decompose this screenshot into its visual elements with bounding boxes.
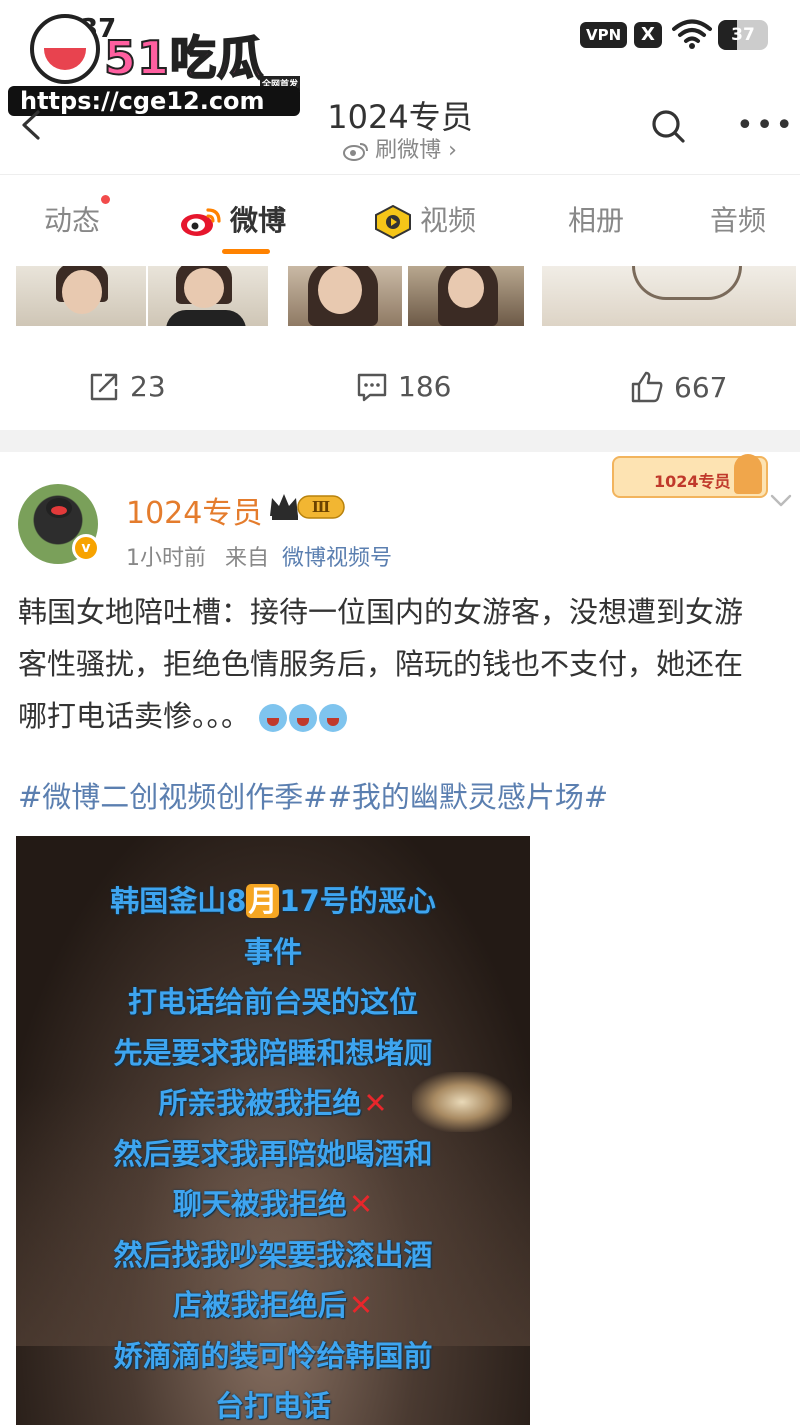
cross-mark-icon: ✕ <box>348 1288 374 1322</box>
like-button[interactable]: 667 <box>630 370 727 404</box>
tab-weibo[interactable]: 微博 <box>180 199 286 239</box>
caption-line: 店被我拒绝后✕ <box>172 1288 374 1322</box>
verified-badge-icon: v <box>72 534 100 562</box>
caption-line: 打电话给前台哭的这位 <box>127 985 418 1019</box>
browse-weibo-label: 刷微博 › <box>375 138 457 163</box>
caption-line: 先是要求我陪睡和想堵厕 <box>113 1035 433 1070</box>
weibo-profile-page: 37 VPN X 37 51吃瓜 全网首发 https://cge12.com … <box>0 0 800 1425</box>
tab-label: 视频 <box>420 204 477 237</box>
member-level: Ⅲ <box>312 498 330 516</box>
caption-line: 然后找我吵架要我滚出酒 <box>113 1237 433 1272</box>
like-count: 667 <box>674 370 728 404</box>
repost-count: 23 <box>130 370 166 403</box>
post-text-line: 韩国女地陪吐槽：接待一位国内的女游客，没想遭到女游 <box>18 595 744 629</box>
video-play-icon <box>375 205 411 239</box>
profile-tabs: 动态 微博 视频 相册 音频 <box>0 174 800 258</box>
post-meta: 1小时前 来自 微博视频号 <box>126 540 392 572</box>
weibo-logo-icon <box>343 143 369 161</box>
post-text: 韩国女地陪吐槽：接待一位国内的女游客，没想遭到女游 客性骚扰，拒绝色情服务后，陪… <box>18 586 796 742</box>
tab-label: 相册 <box>568 204 625 237</box>
comment-count: 186 <box>398 370 452 403</box>
post-image[interactable] <box>408 266 524 326</box>
comment-button[interactable]: 186 <box>356 370 451 403</box>
post-text-line-content: 哪打电话卖惨。。。 <box>18 699 251 733</box>
previous-post-action-bar: 23 186 667 <box>0 352 800 430</box>
chevron-down-icon[interactable] <box>770 494 792 508</box>
notification-dot <box>101 195 111 204</box>
caption-line: 娇滴滴的装可怜给韩国前 <box>113 1338 433 1373</box>
tab-audio[interactable]: 音频 <box>710 199 766 239</box>
tab-label: 微博 <box>230 204 287 237</box>
active-tab-indicator <box>222 249 270 254</box>
crying-emoji-icon <box>289 704 318 732</box>
wifi-icon <box>672 19 712 49</box>
tab-label: 动态 <box>44 204 101 237</box>
caption-line: 然后要求我再陪她喝酒和 <box>113 1136 433 1171</box>
decoration-text: 1024专员 <box>654 472 731 491</box>
decoration-figure-icon <box>734 454 762 494</box>
cross-mark-icon: ✕ <box>363 1086 388 1120</box>
post-image[interactable] <box>148 266 268 326</box>
post-topics[interactable]: #微博二创视频创作季##我的幽默灵感片场# <box>18 774 608 816</box>
search-icon[interactable] <box>650 108 686 144</box>
crying-emoji-icon <box>259 704 288 732</box>
post-time: 1小时前 <box>126 546 206 571</box>
post-divider <box>0 430 800 452</box>
previous-post-images <box>16 266 796 326</box>
vpn-indicator: VPN <box>580 22 628 48</box>
source-prefix: 来自 <box>225 546 270 571</box>
tab-dynamics[interactable]: 动态 <box>44 195 111 239</box>
repost-icon <box>90 373 118 400</box>
post-source[interactable]: 微博视频号 <box>282 546 392 571</box>
post-image[interactable] <box>16 266 146 326</box>
caption-line: 所亲我被我拒绝✕ <box>158 1086 388 1120</box>
tab-label: 音频 <box>710 204 767 237</box>
caption-line: 台打电话 <box>214 1389 331 1423</box>
caption-line: 事件 <box>243 934 302 969</box>
profile-header: 1024专员 刷微博 › ••• <box>0 70 800 174</box>
tab-albums[interactable]: 相册 <box>568 199 624 239</box>
more-options-icon[interactable]: ••• <box>736 111 795 141</box>
member-crown-icon[interactable]: Ⅲ <box>268 490 348 522</box>
emoji-group <box>259 704 348 732</box>
post-text-line: 客性骚扰，拒绝色情服务后，陪玩的钱也不支付，她还在 <box>18 647 744 681</box>
x-badge-icon: X <box>634 22 662 48</box>
post-image[interactable] <box>542 266 796 326</box>
tab-videos[interactable]: 视频 <box>374 199 476 239</box>
crying-emoji-icon <box>319 704 348 732</box>
video-caption: 韩国釜山8月17号的恶心 事件 打电话给前台哭的这位 先是要求我陪睡和想堵厕 所… <box>16 876 530 1425</box>
comment-icon <box>357 373 387 401</box>
battery-icon: 37 <box>718 20 768 50</box>
caption-line: 聊天被我拒绝✕ <box>172 1187 374 1221</box>
post-image[interactable] <box>288 266 402 326</box>
post-text-line: 哪打电话卖惨。。。 <box>18 690 796 742</box>
caption-line: 韩国釜山8月17号的恶心 <box>110 884 436 918</box>
thumbs-up-icon <box>631 371 663 403</box>
weibo-logo-icon <box>181 208 221 236</box>
post-video[interactable]: 韩国釜山8月17号的恶心 事件 打电话给前台哭的这位 先是要求我陪睡和想堵厕 所… <box>16 836 530 1425</box>
battery-level: 37 <box>731 25 755 45</box>
cross-mark-icon: ✕ <box>348 1187 374 1221</box>
card-decoration[interactable]: 1024专员 <box>612 454 768 498</box>
repost-button[interactable]: 23 <box>88 370 166 403</box>
post-author-name[interactable]: 1024专员 <box>126 488 262 532</box>
